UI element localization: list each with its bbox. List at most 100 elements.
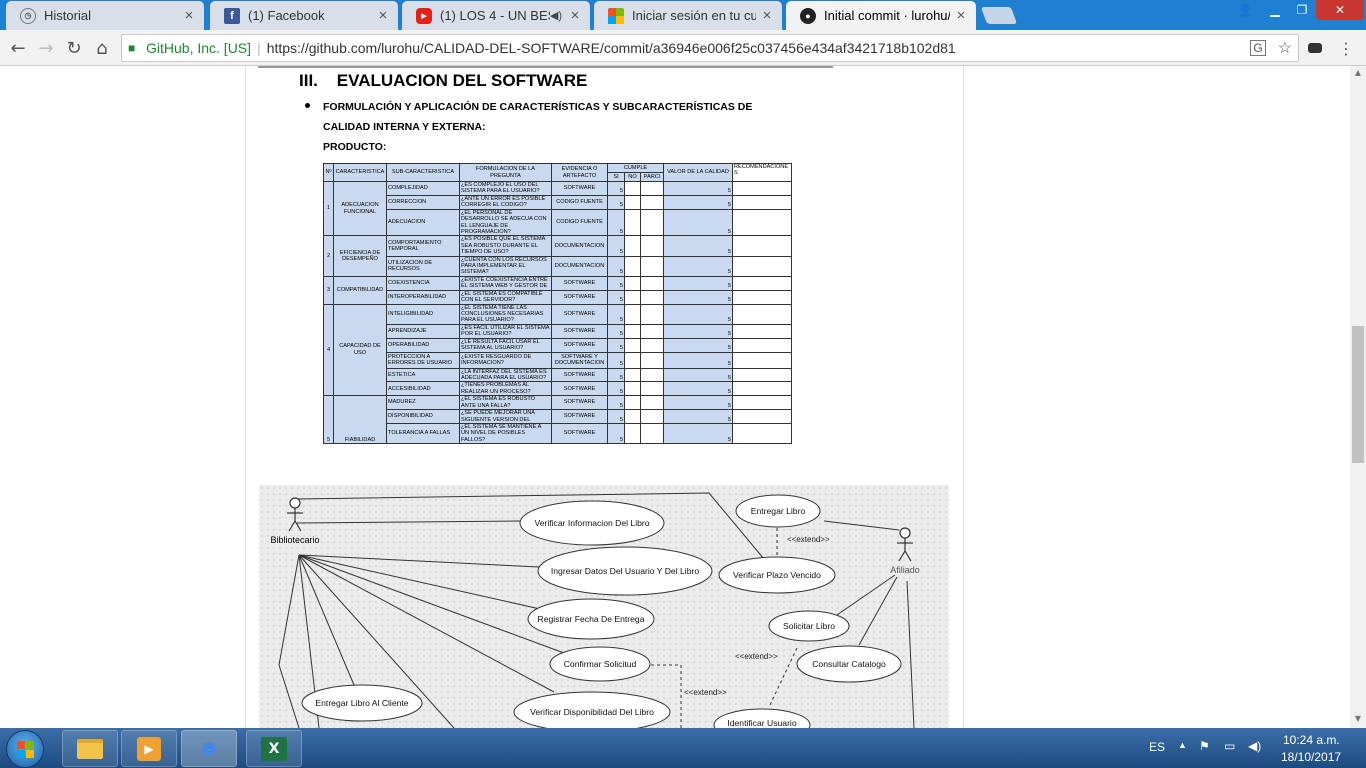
cell-si: 5 [607,381,625,397]
cell-si: 5 [607,367,625,383]
facebook-icon: f [224,7,240,24]
clock-time[interactable]: 10:24 a.m. [1283,733,1340,747]
cell-valor: 5 [663,323,733,339]
cell-sub: ACCESIBILIDAD [386,381,460,397]
taskbar-media-player[interactable]: ▶ [121,730,177,767]
cell-sub: CORRECCION [386,194,460,210]
tab-github-commit[interactable]: ● Initial commit · lurohu/CA × [786,1,976,30]
excel-icon: X [261,736,287,761]
speaker-icon[interactable]: ◀) [550,9,562,22]
reload-button[interactable]: ↻ [62,36,86,60]
cell-evidencia: SOFTWARE [551,337,608,353]
scrollbar-thumb[interactable] [1352,326,1364,463]
cell-no [624,208,641,237]
cell-evidencia: SOFTWARE [551,303,608,325]
cell-no [624,255,641,277]
header-valor: VALOR DE LA CALIDAD [663,163,733,182]
cell-sub: UTILIZACION DE RECURSOS [386,255,460,277]
url-text[interactable]: https://github.com/lurohu/CALIDAD-DEL-SO… [267,40,956,56]
minimize-button[interactable]: ▁ [1262,0,1288,20]
network-icon[interactable]: ▭ [1224,739,1235,753]
close-tab-icon[interactable]: × [564,7,586,24]
close-window-button[interactable]: ✕ [1316,0,1364,20]
cell-pa [640,303,664,325]
cell-caracteristica: EFICIENCIA DE DESEMPEÑO [333,235,387,277]
cell-pregunta: ¿SE PUEDE MEJORAR UNA SIGUIENTE VERSION … [459,409,552,424]
bullet-text-line2: CALIDAD INTERNA Y EXTERNA: [323,121,486,133]
taskbar-excel[interactable]: X [246,730,302,767]
cell-no [624,275,641,291]
forward-button[interactable]: → [34,36,58,60]
cell-no [624,289,641,305]
cell-sub: TOLERANCIA A FALLAS [386,422,460,445]
cell-evidencia: SOFTWARE [551,395,608,411]
cell-pregunta: ¿TIENES PROBLEMAS AL REALIZAR UN PROCESO… [459,381,552,397]
address-bar[interactable]: ■ GitHub, Inc. [US] | https://github.com… [121,34,1299,62]
flag-notification-icon[interactable]: ⚑ [1199,739,1210,753]
cell-valor: 5 [663,235,733,257]
actor-label-bibliotecario: Bibliotecario [270,535,319,545]
cell-pa [640,323,664,339]
show-hidden-icons[interactable]: ▲ [1178,740,1187,750]
cell-pregunta: ¿EL SISTEMA ES ROBUSTO ANTE UNA FALLA? [459,395,552,411]
tab-facebook[interactable]: f (1) Facebook × [210,1,398,30]
page-viewport: III. EVALUACION DEL SOFTWARE FORMULACIÓN… [0,66,1350,728]
actor-afiliado[interactable] [897,527,913,562]
back-button[interactable]: ← [6,36,30,60]
cell-valor: 5 [663,303,733,325]
restore-button[interactable]: ❐ [1289,0,1315,20]
cell-num: 2 [323,235,334,277]
extension-icon[interactable] [1303,36,1327,60]
cell-sub: DISPONIBILIDAD [386,409,460,424]
usecase-label: Confirmar Solicitud [564,659,637,669]
cell-pa [640,395,664,411]
scroll-down-icon[interactable]: ▼ [1350,712,1366,726]
cell-si: 5 [607,395,625,411]
close-tab-icon[interactable]: × [950,7,972,24]
table-row: CORRECCION ¿ANTE UN ERROR ES POSIBLE CORR… [324,194,792,210]
extend-label: <<extend>> [735,652,778,661]
cell-no [624,323,641,339]
start-button[interactable] [6,730,44,768]
scroll-up-icon[interactable]: ▲ [1350,66,1366,80]
cell-num: 4 [323,303,334,397]
table-row: 1 ADECUACION FUNCIONAL COMPLEJIDAD ¿ES COMP… [323,180,792,237]
cell-rec [732,381,792,397]
lock-icon: ■ [128,41,136,55]
cell-si: 5 [607,275,625,291]
user-profile-icon[interactable]: 👤 [1232,0,1258,20]
cell-si: 5 [607,323,625,339]
tab-microsoft-login[interactable]: Iniciar sesión en tu cuent × [594,1,782,30]
taskbar-chrome[interactable] [181,730,237,767]
cell-evidencia: SOFTWARE [551,422,608,445]
actor-bibliotecario[interactable] [287,497,303,532]
cell-evidencia: SOFTWARE Y DOCUMENTACION [551,351,608,369]
bookmark-star-icon[interactable]: ☆ [1278,38,1292,58]
youtube-icon: ▶ [416,7,432,24]
section-title: III. EVALUACION DEL SOFTWARE [299,71,588,90]
table-row: ADECUACION ¿EL PERSONAL DE DESARROLLO SE … [324,208,792,237]
taskbar-explorer[interactable] [62,730,118,767]
cell-evidencia: CODIGO FUENTE [551,194,608,210]
close-tab-icon[interactable]: × [756,7,778,24]
content-border-right [963,66,964,728]
cell-pa [640,381,664,397]
cell-no [624,409,641,424]
menu-icon[interactable]: ⋮ [1334,36,1358,60]
volume-icon[interactable]: ◀) [1248,739,1261,753]
new-tab-button[interactable] [980,7,1018,24]
cell-num: 1 [323,180,334,237]
header-si: SI [607,172,625,182]
tab-youtube[interactable]: ▶ (1) LOS 4 - UN BESO ( ◀) × [402,1,590,30]
translate-icon[interactable]: G [1250,40,1266,56]
cell-rec [732,235,792,257]
home-button[interactable]: ⌂ [90,36,114,60]
language-indicator[interactable]: ES [1149,740,1165,754]
folder-icon [77,738,103,759]
tab-historial[interactable]: ◷ Historial × [6,1,204,30]
close-tab-icon[interactable]: × [372,7,394,24]
use-case-diagram: Bibliotecario Afiliado Verificar Informa… [259,485,949,728]
cell-valor: 5 [663,194,733,210]
close-tab-icon[interactable]: × [178,7,200,24]
clock-date[interactable]: 18/10/2017 [1281,750,1341,764]
